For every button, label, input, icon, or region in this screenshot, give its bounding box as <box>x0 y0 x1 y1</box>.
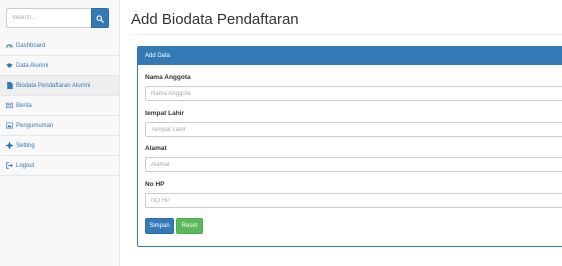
sidebar-nav: Dashboard Data Alumni Biodata Pendaftara… <box>0 36 119 176</box>
page-title: Add Biodata Pendaftaran <box>131 11 299 28</box>
sidebar: Dashboard Data Alumni Biodata Pendaftara… <box>0 0 120 266</box>
no-hp-label: No HP <box>145 181 165 188</box>
alamat-label: Alamat <box>145 145 167 152</box>
reset-button[interactable]: Reset <box>176 218 203 234</box>
file-icon <box>6 82 13 89</box>
simpan-button[interactable]: Simpan <box>145 218 174 234</box>
newspaper-icon <box>6 102 13 109</box>
sidebar-item-label: Data Alumni <box>16 62 49 69</box>
search-group <box>6 8 109 28</box>
tempat-lahir-label: tempat Lahir <box>145 110 185 117</box>
add-data-panel: Add Data Nama Anggota tempat Lahir Alama… <box>137 46 562 247</box>
alamat-input[interactable] <box>145 157 562 172</box>
sign-out-icon <box>6 162 13 169</box>
sidebar-item-label: Logout <box>16 162 35 169</box>
nama-anggota-input[interactable] <box>145 86 562 101</box>
no-hp-input[interactable] <box>145 193 562 208</box>
graduation-cap-icon <box>6 62 13 69</box>
title-divider <box>131 34 562 35</box>
dashboard-icon <box>6 42 13 49</box>
search-icon <box>96 11 104 26</box>
search-input[interactable] <box>6 8 91 28</box>
sidebar-item-label: Dashboard <box>16 42 46 49</box>
nama-anggota-label: Nama Anggota <box>145 74 191 81</box>
panel-heading: Add Data <box>138 47 562 65</box>
sidebar-item-dashboard[interactable]: Dashboard <box>0 36 119 56</box>
sidebar-item-data-alumni[interactable]: Data Alumni <box>0 56 119 76</box>
sidebar-item-setting[interactable]: Setting <box>0 136 119 156</box>
sidebar-item-label: Pengumuman <box>16 122 54 129</box>
sidebar-item-label: Setting <box>16 142 35 149</box>
sidebar-item-biodata[interactable]: Biodata Pendaftaran Alumni <box>0 76 119 96</box>
sidebar-item-label: Berita <box>16 102 32 109</box>
sidebar-item-label: Biodata Pendaftaran Alumni <box>16 82 91 89</box>
picture-icon <box>6 122 13 129</box>
search-button[interactable] <box>91 8 109 28</box>
gear-icon <box>6 142 13 149</box>
sidebar-item-pengumuman[interactable]: Pengumuman <box>0 116 119 136</box>
sidebar-item-berita[interactable]: Berita <box>0 96 119 116</box>
sidebar-item-logout[interactable]: Logout <box>0 156 119 176</box>
tempat-lahir-input[interactable] <box>145 122 562 137</box>
